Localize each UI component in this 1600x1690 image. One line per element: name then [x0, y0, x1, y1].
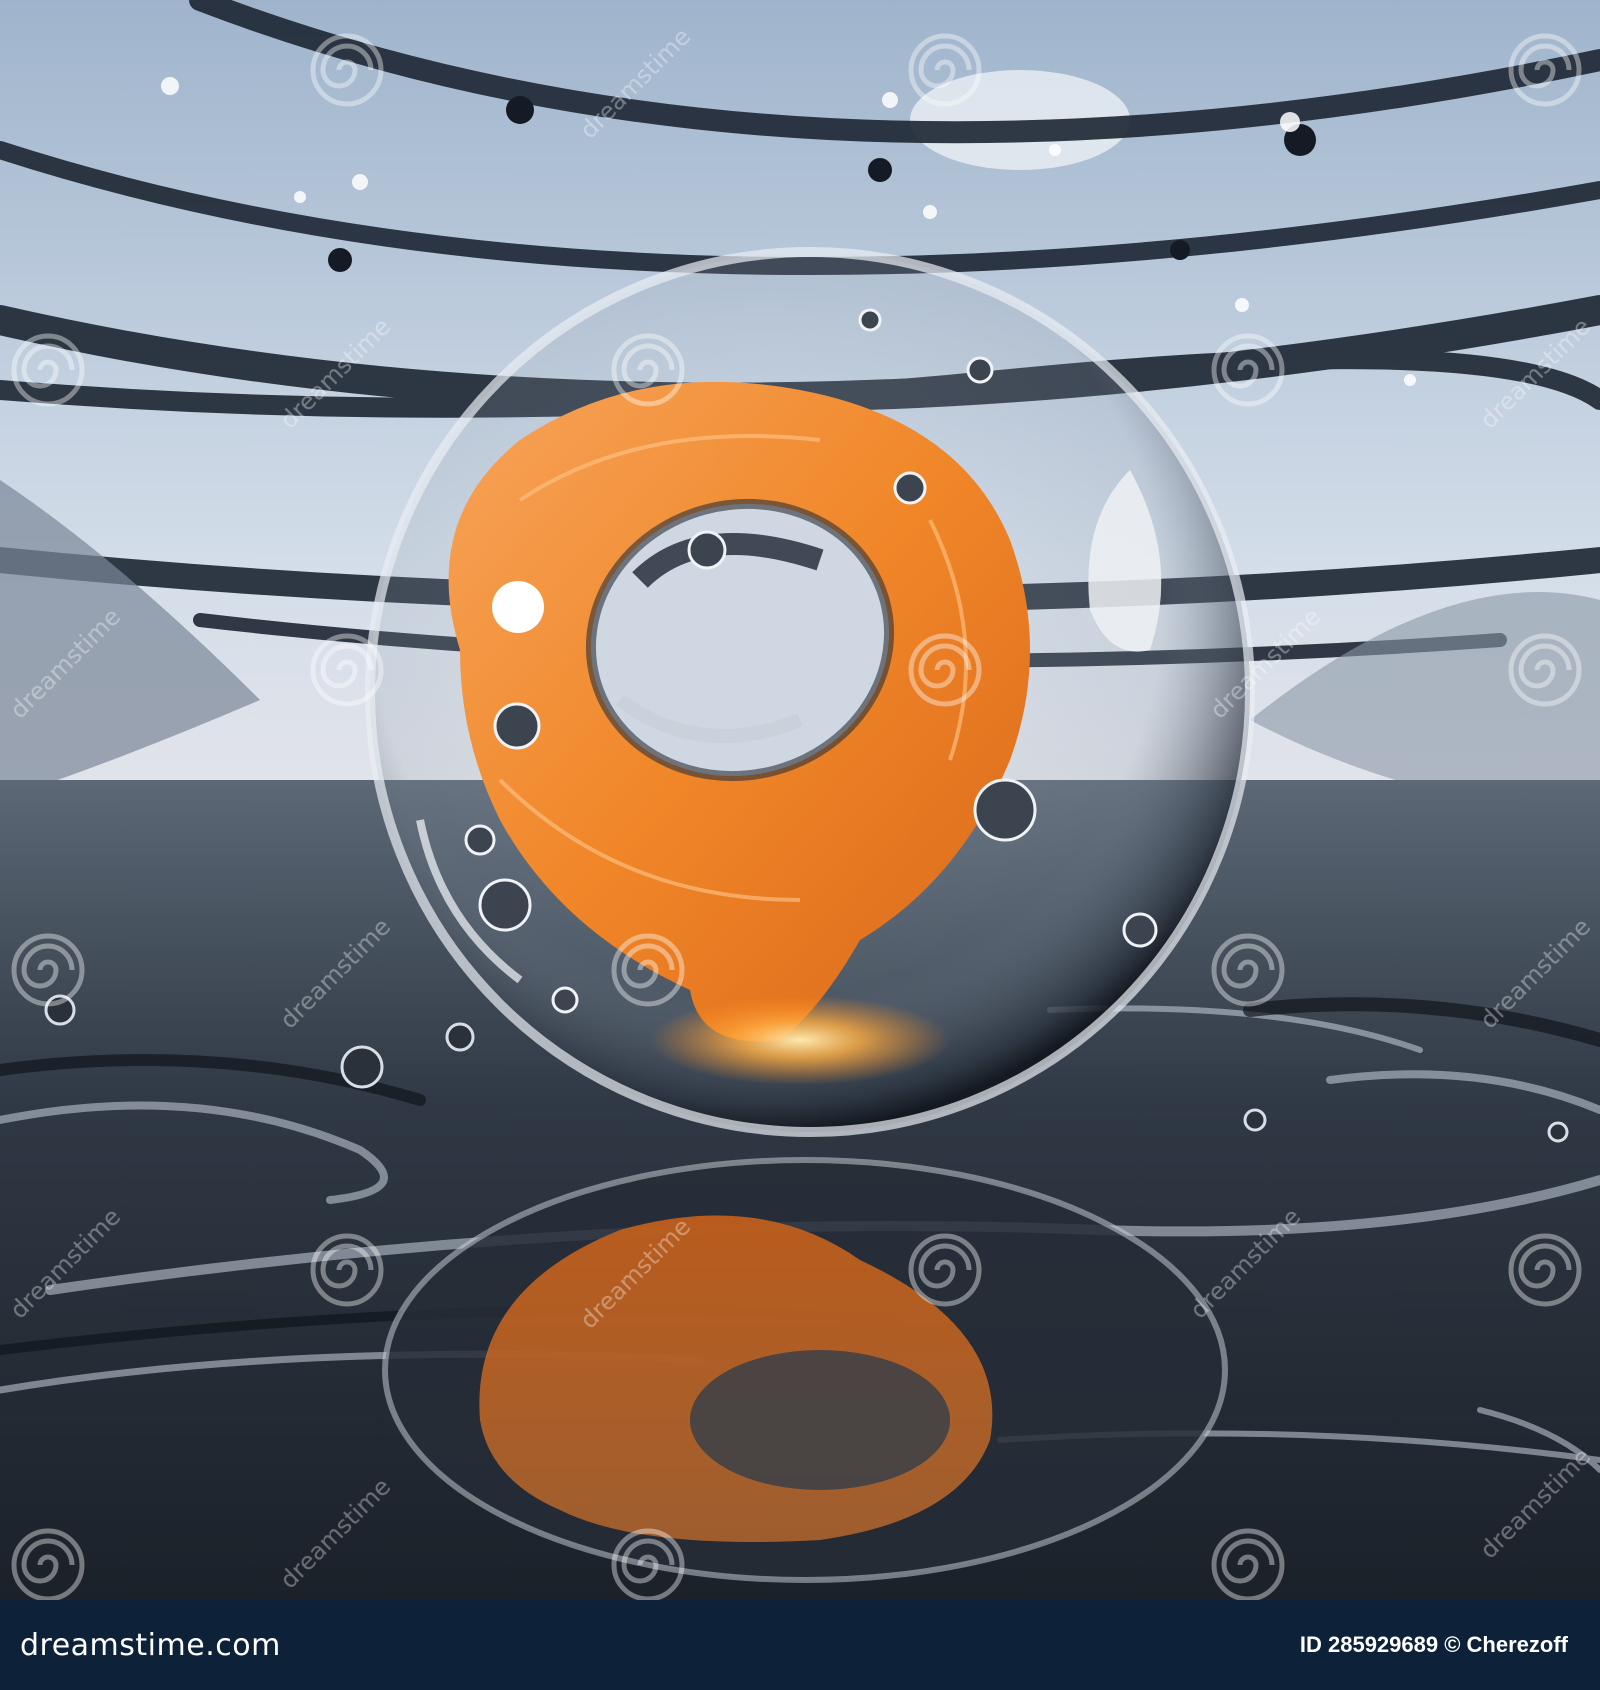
site-link[interactable]: dreamstime.com [20, 1628, 281, 1663]
photo [0, 0, 1600, 1600]
image-credit: ID 285929689 © Cherezoff [1299, 1632, 1568, 1657]
stock-photo-frame: dreamstime dreamstime dreamstime dreamst… [0, 0, 1600, 1690]
footer-bar: dreamstime.com ID 285929689 © Cherezoff [0, 1600, 1600, 1690]
photo-illustration [0, 0, 1600, 1600]
